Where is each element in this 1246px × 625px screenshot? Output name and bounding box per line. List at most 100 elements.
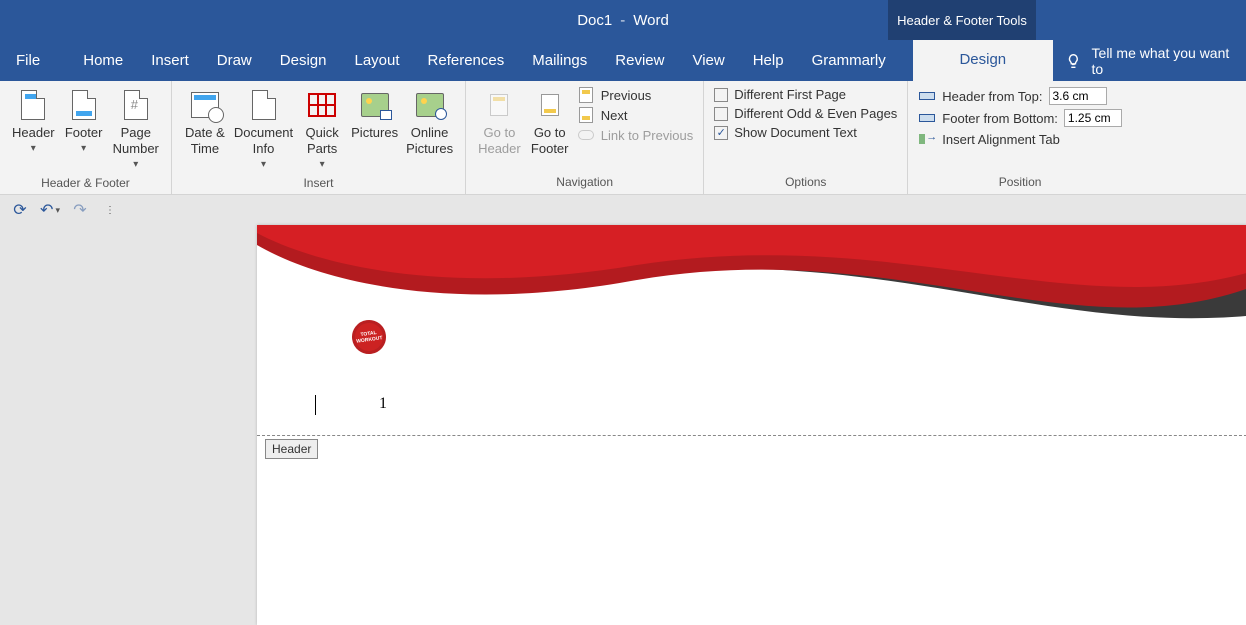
tab-help[interactable]: Help <box>739 42 798 81</box>
group-navigation: Go to Header Go to Footer Previous Next … <box>466 81 704 194</box>
quick-parts-label: Quick Parts <box>306 125 339 157</box>
tell-me-search[interactable]: Tell me what you want to <box>1053 40 1246 81</box>
insert-alignment-tab-button[interactable]: Insert Alignment Tab <box>918 131 1122 147</box>
redo-button[interactable]: ↷ <box>70 200 90 220</box>
chevron-down-icon: ▾ <box>55 205 60 216</box>
chevron-down-icon: ▾ <box>31 141 36 157</box>
customize-icon: ⋮ <box>105 205 115 216</box>
undo-button[interactable]: ↶▾ <box>40 200 60 220</box>
tab-insert[interactable]: Insert <box>137 42 203 81</box>
footer-button[interactable]: Footer▾ <box>59 85 109 159</box>
document-name: Doc1 <box>577 12 612 29</box>
footer-label: Footer <box>65 125 103 141</box>
tab-file[interactable]: File <box>0 42 56 81</box>
tab-grammarly[interactable]: Grammarly <box>798 42 900 81</box>
header-from-top-label: Header from Top: <box>942 89 1042 104</box>
go-to-header-label: Go to Header <box>478 125 521 157</box>
header-from-top-input[interactable] <box>1049 87 1107 105</box>
header-label: Header <box>12 125 55 141</box>
group-header-footer: Header▾ Footer▾ Page Number▾ Header & Fo… <box>0 81 172 194</box>
group-options: Different First Page Different Odd & Eve… <box>704 81 908 194</box>
online-pictures-label: Online Pictures <box>406 125 453 157</box>
customize-qat-button[interactable]: ⋮ <box>100 200 120 220</box>
checkbox-icon <box>714 88 728 102</box>
previous-icon <box>577 87 595 103</box>
page-number-icon <box>124 90 148 120</box>
footer-position-icon <box>918 110 936 126</box>
date-time-button[interactable]: Date & Time <box>180 85 230 159</box>
page-number-label: Page Number <box>113 125 159 157</box>
redo-icon: ↷ <box>73 200 86 220</box>
calendar-clock-icon <box>191 92 219 118</box>
tab-review[interactable]: Review <box>601 42 678 81</box>
ribbon-tabs: File Home Insert Draw Design Layout Refe… <box>0 40 1246 81</box>
go-to-footer-icon <box>541 94 559 116</box>
tab-header-footer-design[interactable]: Design <box>913 40 1053 81</box>
pictures-label: Pictures <box>351 125 398 141</box>
chevron-down-icon: ▾ <box>320 157 325 173</box>
document-page[interactable]: TOTAL WORKOUT 1 Header <box>257 225 1246 625</box>
refresh-icon: ⟳ <box>13 200 26 220</box>
different-first-page-label: Different First Page <box>734 87 846 102</box>
tab-view[interactable]: View <box>678 42 738 81</box>
link-to-previous-button: Link to Previous <box>577 127 694 143</box>
tab-home[interactable]: Home <box>69 42 137 81</box>
tab-references[interactable]: References <box>414 42 519 81</box>
ribbon: Header▾ Footer▾ Page Number▾ Header & Fo… <box>0 81 1246 195</box>
footer-from-bottom-label: Footer from Bottom: <box>942 111 1058 126</box>
different-odd-even-label: Different Odd & Even Pages <box>734 106 897 121</box>
header-page-number[interactable]: 1 <box>379 395 387 413</box>
next-icon <box>577 107 595 123</box>
checkbox-checked-icon <box>714 126 728 140</box>
online-pictures-icon <box>416 93 444 117</box>
contextual-tab-header-footer-tools: Header & Footer Tools <box>888 0 1036 40</box>
show-document-text-label: Show Document Text <box>734 125 857 140</box>
link-to-previous-label: Link to Previous <box>601 128 694 143</box>
pictures-button[interactable]: Pictures <box>347 85 402 159</box>
different-first-page-checkbox[interactable]: Different First Page <box>714 87 897 102</box>
go-to-header-button: Go to Header <box>474 85 525 159</box>
different-odd-even-checkbox[interactable]: Different Odd & Even Pages <box>714 106 897 121</box>
page-number-button[interactable]: Page Number▾ <box>109 85 163 173</box>
quick-access-toolbar: ⟳ ↶▾ ↷ ⋮ <box>0 195 1246 225</box>
checkbox-icon <box>714 107 728 121</box>
next-button[interactable]: Next <box>577 107 694 123</box>
group-label-header-footer: Header & Footer <box>8 173 163 193</box>
tab-mailings[interactable]: Mailings <box>518 42 601 81</box>
group-label-position: Position <box>916 172 1124 192</box>
document-info-label: Document Info <box>234 125 293 157</box>
go-to-footer-button[interactable]: Go to Footer <box>525 85 575 159</box>
logo-stamp-text: TOTAL WORKOUT <box>355 329 383 345</box>
online-pictures-button[interactable]: Online Pictures <box>402 85 457 159</box>
tab-design[interactable]: Design <box>266 42 341 81</box>
group-label-navigation: Navigation <box>474 172 695 192</box>
title-bar: Doc1 - Word Header & Footer Tools <box>0 0 1246 40</box>
chevron-down-icon: ▾ <box>261 157 266 173</box>
document-stage: TOTAL WORKOUT 1 Header <box>0 225 1246 510</box>
text-cursor <box>315 395 316 415</box>
quick-parts-icon <box>308 93 336 117</box>
tab-layout[interactable]: Layout <box>340 42 413 81</box>
alignment-tab-icon <box>918 131 936 147</box>
lightbulb-icon <box>1065 52 1082 70</box>
go-to-header-icon <box>490 94 508 116</box>
footer-icon <box>72 90 96 120</box>
footer-from-bottom-row: Footer from Bottom: <box>918 109 1122 127</box>
document-info-button[interactable]: Document Info▾ <box>230 85 297 173</box>
header-button[interactable]: Header▾ <box>8 85 59 159</box>
show-document-text-checkbox[interactable]: Show Document Text <box>714 125 897 140</box>
chevron-down-icon: ▾ <box>81 141 86 157</box>
group-label-options: Options <box>712 172 899 192</box>
header-position-icon <box>918 88 936 104</box>
footer-from-bottom-input[interactable] <box>1064 109 1122 127</box>
header-from-top-row: Header from Top: <box>918 87 1122 105</box>
tell-me-placeholder: Tell me what you want to <box>1092 45 1234 77</box>
quick-parts-button[interactable]: Quick Parts▾ <box>297 85 347 173</box>
refresh-button[interactable]: ⟳ <box>10 200 30 220</box>
title-separator: - <box>620 12 625 29</box>
previous-button[interactable]: Previous <box>577 87 694 103</box>
tab-draw[interactable]: Draw <box>203 42 266 81</box>
globe-badge-icon <box>435 108 447 120</box>
go-to-footer-label: Go to Footer <box>531 125 569 157</box>
pictures-icon <box>361 93 389 117</box>
